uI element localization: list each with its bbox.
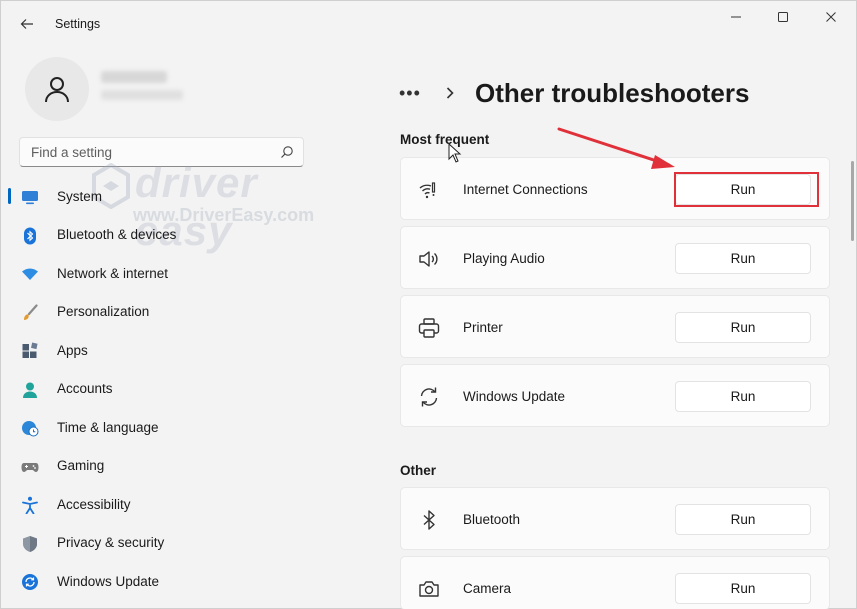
settings-window: Settings driver easy www.Dri [0,0,857,609]
maximize-button[interactable] [768,7,798,27]
sidebar-item-accounts[interactable]: Accounts [5,370,305,409]
troubleshooter-label: Camera [463,581,512,596]
close-icon [826,12,836,22]
sidebar-item-label: Personalization [57,304,150,320]
wifi-icon [22,268,38,280]
profile-email-blurred [101,90,183,100]
search-input[interactable] [20,138,270,166]
troubleshooter-item: Windows Update Run [400,364,830,427]
sidebar-item-accessibility[interactable]: Accessibility [5,485,305,524]
sync-icon [420,387,438,407]
brush-icon [24,303,38,320]
sidebar-item-label: Accounts [57,381,113,397]
clock-globe-icon [22,421,39,437]
troubleshooter-label: Bluetooth [463,512,521,527]
section-label-other: Other [400,463,437,478]
maximize-icon [778,12,788,22]
run-button[interactable]: Run [675,243,811,274]
chevron-right-icon [439,86,461,100]
sidebar-item-bluetooth-devices[interactable]: Bluetooth & devices [5,216,305,255]
avatar[interactable] [25,57,89,121]
sidebar-item-label: Time & language [57,419,159,435]
page-title: Other troubleshooters [475,77,750,108]
run-button[interactable]: Run [675,573,811,604]
run-button[interactable]: Run [675,504,811,535]
run-button[interactable]: Run [675,174,811,205]
breadcrumb: ••• Other troubleshooters [399,75,749,111]
sidebar-item-time-language[interactable]: Time & language [5,408,305,447]
back-arrow-icon [20,19,33,29]
breadcrumb-more-button[interactable]: ••• [399,83,439,104]
sidebar-item-label: Network & internet [57,265,169,281]
minimize-icon [731,16,741,18]
sidebar-item-label: Gaming [57,458,105,474]
troubleshooter-label: Internet Connections [463,182,588,197]
sidebar-nav: System Bluetooth & devices Network & int… [1,177,331,601]
selection-indicator [8,188,11,204]
bluetooth-icon [423,510,435,530]
back-button[interactable] [13,10,41,38]
sidebar-item-gaming[interactable]: Gaming [5,447,305,486]
sidebar-item-label: System [57,188,103,204]
run-button[interactable]: Run [675,312,811,343]
person-icon [23,382,37,398]
app-title: Settings [55,17,101,31]
search-icon[interactable] [280,145,294,159]
sidebar-item-label: Apps [57,342,88,358]
troubleshooter-item: Internet Connections Run [400,157,830,220]
troubleshooter-item: Camera Run [400,556,830,609]
minimize-button[interactable] [721,7,751,27]
sidebar-item-personalization[interactable]: Personalization [5,293,305,332]
gamepad-icon [21,462,39,472]
shield-icon [23,535,37,552]
troubleshooter-item: Playing Audio Run [400,226,830,289]
scrollbar[interactable] [851,161,854,241]
accessibility-icon [22,496,38,514]
sidebar-item-apps[interactable]: Apps [5,331,305,370]
mouse-cursor-icon [448,143,462,163]
sidebar-item-privacy-security[interactable]: Privacy & security [5,524,305,563]
sidebar-item-system[interactable]: System [5,177,305,216]
sidebar-item-label: Bluetooth & devices [57,227,177,243]
troubleshooter-item: Printer Run [400,295,830,358]
close-button[interactable] [816,7,846,27]
search-box [19,137,304,167]
update-icon [22,574,38,590]
printer-icon [418,318,440,338]
sidebar-item-label: Windows Update [57,573,160,589]
sidebar-item-label: Accessibility [57,496,131,512]
monitor-icon [22,191,38,205]
profile-name-blurred [101,71,167,83]
camera-icon [419,581,439,597]
title-bar: Settings [1,1,856,47]
section-label-most-frequent: Most frequent [400,132,490,147]
run-button[interactable]: Run [675,381,811,412]
apps-icon [22,342,38,358]
sidebar-item-network-internet[interactable]: Network & internet [5,254,305,293]
sidebar-item-windows-update[interactable]: Windows Update [5,562,305,601]
person-icon [45,77,69,103]
bluetooth-icon [24,227,36,244]
sidebar-item-label: Privacy & security [57,535,165,551]
troubleshooter-item: Bluetooth Run [400,487,830,550]
wifi-signal-icon [419,182,436,199]
troubleshooter-label: Playing Audio [463,251,545,266]
troubleshooter-label: Printer [463,320,503,335]
troubleshooter-label: Windows Update [463,389,566,404]
speaker-icon [419,251,438,267]
